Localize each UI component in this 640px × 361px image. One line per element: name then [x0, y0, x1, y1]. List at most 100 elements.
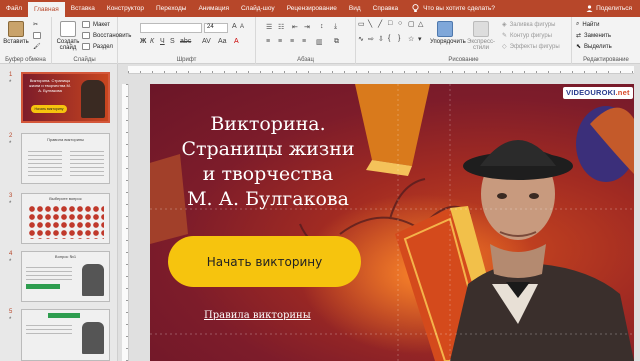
- drawing-group-label: Рисование: [448, 57, 479, 63]
- slide-title[interactable]: Викторина. Страницы жизни и творчества М…: [160, 112, 376, 212]
- paragraph-group-label: Абзац: [297, 57, 314, 63]
- cut-button[interactable]: ✂: [33, 21, 38, 28]
- shapes-gallery[interactable]: ▭ ╲ ╱ □ ○ ▢ △ ∿ ⇨ ⇩{} ☆ ▾: [358, 20, 426, 48]
- select-button[interactable]: ⬉ Выделить: [576, 43, 612, 51]
- justify-icon[interactable]: ≡: [302, 38, 306, 45]
- font-size-box[interactable]: 24: [204, 23, 228, 33]
- smartart-icon[interactable]: ⧉: [334, 38, 339, 46]
- rounded-shape-icon[interactable]: ▢: [408, 20, 417, 33]
- font-color-icon[interactable]: A: [234, 38, 239, 45]
- effects-icon: ◇: [502, 44, 507, 50]
- thumb-title: Правила викторины: [46, 137, 85, 142]
- tab-design[interactable]: Конструктор: [101, 0, 150, 17]
- share-label: Поделиться: [596, 5, 632, 12]
- tab-animation[interactable]: Анимация: [192, 0, 235, 17]
- align-left-icon[interactable]: ≡: [266, 38, 270, 45]
- bold-icon[interactable]: Ж: [140, 38, 146, 45]
- more-shapes-icon[interactable]: ▾: [418, 35, 427, 48]
- share-button[interactable]: Поделиться: [586, 5, 640, 12]
- thumb-number: 4: [9, 251, 13, 257]
- find-button[interactable]: ⌕ Найти: [576, 21, 600, 28]
- arrange-label: Упорядочить: [430, 39, 466, 45]
- layout-icon: [82, 21, 90, 28]
- section-button[interactable]: Раздел: [82, 43, 113, 50]
- start-quiz-button[interactable]: Начать викторину: [168, 236, 361, 287]
- cursor-icon: ⬉: [576, 44, 582, 50]
- numbering-icon[interactable]: ☷: [278, 23, 284, 31]
- triangle-shape-icon[interactable]: △: [418, 20, 427, 33]
- ribbon: Вставить ✂ 🖌 Буфер обмена Создать слайд …: [0, 17, 640, 64]
- textbox-shape-icon[interactable]: ▭: [358, 20, 367, 33]
- thumbnail-slide-2[interactable]: Правила викторины: [21, 133, 110, 184]
- shadow-icon[interactable]: S: [170, 38, 175, 45]
- thumb-button: Начать викторину: [31, 105, 67, 113]
- thumb-header-bar: [48, 313, 80, 318]
- shape-outline-button[interactable]: ✎ Контур фигуры: [502, 32, 552, 40]
- brace-shape-icon[interactable]: {: [388, 35, 397, 48]
- group-drawing: ▭ ╲ ╱ □ ○ ▢ △ ∿ ⇨ ⇩{} ☆ ▾ Упорядочить Экспресс-сти…: [356, 17, 572, 64]
- copy-button[interactable]: [33, 32, 41, 39]
- thumb-animation-star: *: [9, 317, 12, 323]
- paste-button[interactable]: Вставить: [3, 21, 29, 45]
- bullets-icon[interactable]: ☰: [266, 23, 272, 31]
- quiz-rules-link[interactable]: Правила викторины: [204, 310, 311, 321]
- shrink-font-icon[interactable]: A: [240, 24, 244, 30]
- hat-decoration: [576, 106, 634, 182]
- strikethrough-icon[interactable]: abc: [180, 38, 191, 45]
- tab-transitions[interactable]: Переходы: [150, 0, 193, 17]
- tell-me-search[interactable]: Что вы хотите сделать?: [412, 4, 495, 13]
- tab-help[interactable]: Справка: [367, 0, 405, 17]
- quick-styles-button[interactable]: Экспресс-стили: [464, 21, 498, 51]
- indent-increase-icon[interactable]: ⇥: [304, 23, 310, 31]
- star-shape-icon[interactable]: ☆: [408, 35, 417, 48]
- thumbnail-slide-4[interactable]: Вопрос №1: [21, 251, 110, 302]
- new-slide-icon: [60, 21, 76, 37]
- curve-shape-icon[interactable]: ∿: [358, 35, 367, 48]
- shape-fill-button[interactable]: ◈ Заливка фигуры: [502, 21, 556, 29]
- replace-button[interactable]: ⇄ Заменить: [576, 32, 611, 40]
- format-painter-button[interactable]: 🖌: [33, 43, 41, 50]
- shape-effects-label: Эффекты фигуры: [509, 43, 560, 50]
- grow-font-icon[interactable]: A: [232, 23, 237, 30]
- slide-thumbnails-pane[interactable]: 1 * Викторина. Страницы жизни и творчест…: [0, 64, 118, 361]
- change-case-icon[interactable]: Aa: [218, 38, 227, 45]
- thumb-number: 3: [9, 193, 13, 199]
- text-direction-icon[interactable]: ⤓: [334, 23, 337, 31]
- layout-button[interactable]: Макет: [82, 21, 110, 28]
- arrange-button[interactable]: Упорядочить: [430, 21, 466, 45]
- thumbnail-slide-5[interactable]: [21, 309, 110, 361]
- align-right-icon[interactable]: ≡: [290, 38, 294, 45]
- thumbnail-slide-3[interactable]: Выберите вопрос: [21, 193, 110, 244]
- tab-view[interactable]: Вид: [343, 0, 367, 17]
- line-shape-icon[interactable]: ╲: [368, 20, 377, 33]
- font-group-label: Шрифт: [176, 57, 197, 63]
- line2-shape-icon[interactable]: ╱: [378, 20, 387, 33]
- indent-decrease-icon[interactable]: ⇤: [292, 23, 298, 31]
- underline-icon[interactable]: Ч: [160, 38, 165, 45]
- align-center-icon[interactable]: ≡: [278, 38, 282, 45]
- arrow-shape-icon[interactable]: ⇨: [368, 35, 377, 48]
- shape-effects-button[interactable]: ◇ Эффекты фигуры: [502, 43, 560, 51]
- italic-icon[interactable]: К: [150, 38, 154, 45]
- columns-icon[interactable]: ▥: [316, 38, 323, 46]
- line-spacing-icon[interactable]: ↕: [320, 23, 324, 30]
- thumbnail-slide-1[interactable]: Викторина. Страницы жизни и творчества М…: [21, 72, 110, 123]
- rect-shape-icon[interactable]: □: [388, 20, 397, 33]
- brace2-shape-icon[interactable]: }: [398, 35, 407, 48]
- tab-review[interactable]: Рецензирование: [281, 0, 343, 17]
- tab-slideshow[interactable]: Слайд-шоу: [235, 0, 281, 17]
- pen-icon: ✎: [502, 33, 508, 39]
- clipboard-group-label: Буфер обмена: [5, 57, 46, 63]
- font-name-box[interactable]: [140, 23, 202, 33]
- lightbulb-icon: [412, 4, 419, 12]
- thumb-portrait: [82, 264, 104, 296]
- spacing-icon[interactable]: AV: [202, 38, 211, 45]
- new-slide-button[interactable]: Создать слайд: [55, 21, 81, 51]
- shape-outline-label: Контур фигуры: [510, 32, 552, 39]
- oval-shape-icon[interactable]: ○: [398, 20, 407, 33]
- shape-fill-label: Заливка фигуры: [509, 21, 556, 28]
- tab-home[interactable]: Главная: [27, 2, 65, 17]
- tab-file[interactable]: Файл: [0, 0, 28, 17]
- arrow-down-shape-icon[interactable]: ⇩: [378, 35, 387, 48]
- tab-insert[interactable]: Вставка: [65, 0, 101, 17]
